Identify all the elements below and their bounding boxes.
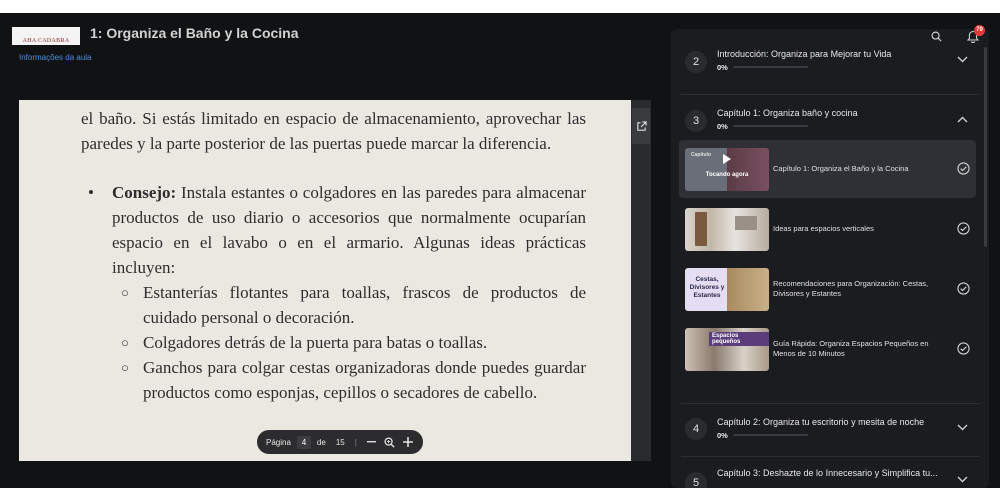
- chevron-up-icon[interactable]: [957, 116, 968, 123]
- chapter-title: Capítulo 2: Organiza tu escritorio y mes…: [717, 417, 925, 427]
- lesson-item[interactable]: Cestas, Divisores y Estantes Recomendaci…: [679, 260, 976, 318]
- play-icon: [723, 154, 731, 164]
- lesson-title: Recomendaciones para Organización: Cesta…: [773, 279, 929, 298]
- lesson-info-link[interactable]: Informações da aula: [19, 53, 92, 62]
- brand-logo[interactable]: AHA CADABRA: [12, 27, 80, 45]
- thumbnail-caption: Cestas, Divisores y Estantes: [689, 276, 725, 299]
- chapter-progress-text: 0%: [717, 63, 728, 72]
- lesson-thumbnail: [685, 208, 769, 251]
- check-circle-icon: [957, 342, 970, 355]
- chapter-progress-bar: [733, 125, 808, 127]
- chapter-progress-text: 0%: [717, 431, 728, 440]
- bullet-item: • Consejo: Instala estantes o colgadores…: [88, 183, 586, 277]
- chapter-number: 4: [685, 418, 707, 440]
- zoom-out-icon: [367, 441, 377, 443]
- app-window: AHA CADABRA 1: Organiza el Baño y la Coc…: [0, 13, 1000, 488]
- chapter-number: 2: [685, 51, 707, 73]
- check-circle-icon: [957, 222, 970, 235]
- lesson-thumbnail: Espacios pequeños: [685, 328, 769, 371]
- check-circle-icon: [957, 162, 970, 175]
- thumbnail-caption: Espacios pequeños: [709, 332, 769, 346]
- sub-list-item: ○ Estanterías flotantes para toallas, fra…: [121, 283, 586, 327]
- chapter-3[interactable]: 3 Capítulo 1: Organiza baño y cocina 0%: [671, 93, 989, 145]
- page-number-input[interactable]: 4: [296, 435, 311, 449]
- sub-list-item: ○ Ganchos para colgar cestas organizadora…: [121, 358, 586, 402]
- open-external-button[interactable]: [632, 108, 650, 144]
- lesson-title: Capítulo 1: Organiza el Baño y la Cocina: [773, 164, 909, 173]
- document-page: el baño. Si estás limitado en espacio de…: [81, 106, 586, 405]
- bullet-text: Instala estantes o colgadores en las par…: [112, 183, 586, 277]
- chapter-title: Capítulo 3: Deshazte de lo Innecesario y…: [717, 468, 938, 478]
- chapter-5[interactable]: 5 Capítulo 3: Deshazte de lo Innecesario…: [671, 456, 989, 488]
- lesson-item-active[interactable]: Capítulo Tocando agora Capítulo 1: Organ…: [679, 140, 976, 198]
- zoom-reset-button[interactable]: [381, 436, 399, 448]
- logo-text: AHA CADABRA: [22, 38, 70, 44]
- lesson-item[interactable]: Ideas para espacios verticales: [679, 200, 976, 258]
- plus-icon: [402, 437, 413, 447]
- now-playing-label: Tocando agora: [705, 172, 749, 178]
- paragraph: el baño. Si estás limitado en espacio de…: [81, 109, 586, 153]
- lesson-title: Ideas para espacios verticales: [773, 224, 874, 233]
- lesson-title: Guía Rápida: Organiza Espacios Pequeños …: [773, 339, 929, 358]
- sidebar-scrollbar[interactable]: [984, 47, 987, 247]
- external-link-icon: [636, 120, 647, 131]
- zoom-in-icon: [384, 436, 395, 448]
- search-icon[interactable]: [931, 31, 942, 42]
- viewer-side-strip: [631, 100, 651, 461]
- bullet-label: Consejo:: [112, 183, 177, 202]
- check-circle-icon: [957, 282, 970, 295]
- chapter-4[interactable]: 4 Capítulo 2: Organiza tu escritorio y m…: [671, 403, 989, 455]
- course-sidebar: 2 Introducción: Organiza para Mejorar tu…: [671, 29, 989, 488]
- page-controls: Página 4 de 15 |: [257, 430, 423, 454]
- lesson-item[interactable]: Espacios pequeños Guía Rápida: Organiza …: [679, 320, 976, 378]
- top-bar: AHA CADABRA 1: Organiza el Baño y la Coc…: [0, 13, 670, 73]
- chapter-progress-bar: [733, 434, 808, 436]
- page-of-label: de: [316, 437, 326, 447]
- chapter-progress-text: 0%: [717, 122, 728, 131]
- page-total: 15: [335, 437, 345, 447]
- notification-badge: 79: [974, 25, 985, 36]
- chapter-number: 3: [685, 110, 707, 132]
- lesson-thumbnail: Capítulo Tocando agora: [685, 148, 769, 191]
- page-label: Página: [266, 437, 291, 447]
- thumbnail-caption: Capítulo: [691, 152, 711, 158]
- chapter-progress-bar: [733, 66, 808, 68]
- zoom-out-button[interactable]: [363, 441, 381, 443]
- chapter-2[interactable]: 2 Introducción: Organiza para Mejorar tu…: [671, 35, 989, 87]
- chevron-down-icon[interactable]: [957, 56, 968, 63]
- lesson-title: 1: Organiza el Baño y la Cocina: [90, 25, 299, 41]
- lesson-thumbnail: Cestas, Divisores y Estantes: [685, 268, 769, 311]
- zoom-in-button[interactable]: [399, 437, 417, 447]
- chevron-down-icon[interactable]: [957, 476, 968, 483]
- pdf-viewer[interactable]: el baño. Si estás limitado en espacio de…: [19, 100, 651, 461]
- chapter-title: Capítulo 1: Organiza baño y cocina: [717, 108, 858, 118]
- chevron-down-icon[interactable]: [957, 424, 968, 431]
- sub-list-item: ○ Colgadores detrás de la puerta para bat…: [121, 333, 488, 352]
- chapter-number: 5: [685, 472, 707, 488]
- chapter-title: Introducción: Organiza para Mejorar tu V…: [717, 49, 892, 59]
